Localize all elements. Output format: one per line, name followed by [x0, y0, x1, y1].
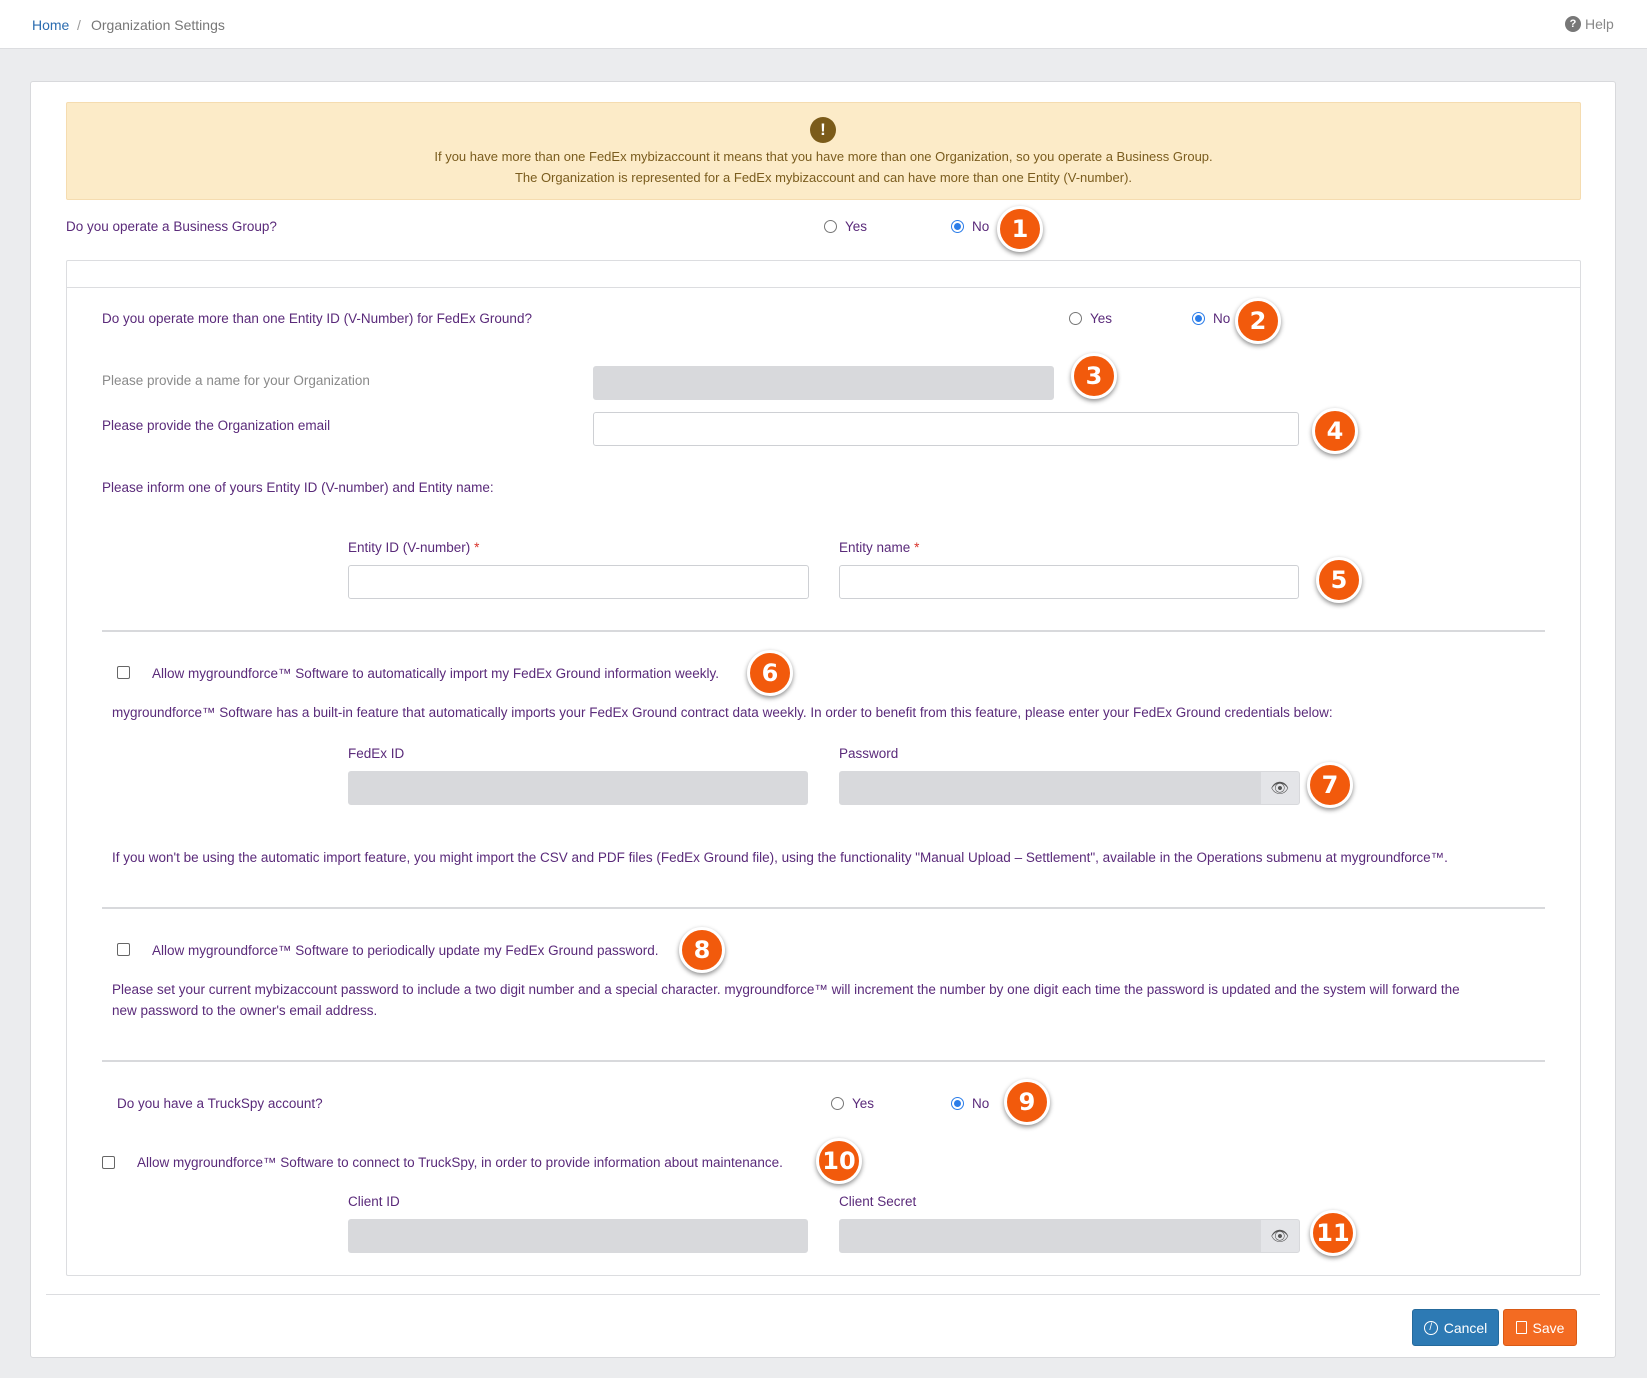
manual-upload-note: If you won't be using the automatic impo… [112, 850, 1448, 865]
top-bar [0, 0, 1647, 49]
entity-no-option[interactable]: No [1192, 311, 1230, 326]
business-group-no-radio[interactable] [951, 220, 964, 233]
entity-id-label-text: Entity ID (V-number) [348, 540, 471, 555]
breadcrumb-home-link[interactable]: Home [32, 17, 69, 33]
step-badge-11: 11 [1310, 1210, 1356, 1256]
breadcrumb-current: Organization Settings [91, 17, 225, 33]
question-circle-icon: ? [1565, 16, 1581, 32]
entity-name-label: Entity name * [839, 540, 919, 555]
entity-yes-radio[interactable] [1069, 312, 1082, 325]
entity-name-input[interactable] [839, 565, 1299, 599]
save-button[interactable]: Save [1503, 1309, 1577, 1346]
eye-icon[interactable]: 👁 [1260, 771, 1300, 805]
step-badge-4: 4 [1312, 408, 1358, 454]
section-divider [102, 1060, 1545, 1062]
org-email-label: Please provide the Organization email [102, 418, 331, 433]
entity-yes-label: Yes [1090, 311, 1113, 326]
step-badge-6: 6 [747, 650, 793, 696]
fedex-id-input [348, 771, 808, 805]
footer-divider [46, 1294, 1600, 1295]
client-id-input [348, 1219, 808, 1253]
truckspy-yes-option[interactable]: Yes [831, 1096, 874, 1111]
section-divider [102, 630, 1545, 632]
fedex-password-input [839, 771, 1261, 805]
step-badge-10: 10 [816, 1138, 862, 1184]
step-badge-3: 3 [1071, 353, 1117, 399]
org-name-input [593, 366, 1054, 400]
fedex-id-label: FedEx ID [348, 746, 405, 761]
password-update-description-1: Please set your current mybizaccount pas… [112, 982, 1460, 997]
info-alert: ! If you have more than one FedEx mybiza… [66, 102, 1581, 200]
client-secret-label: Client Secret [839, 1194, 917, 1209]
truckspy-connect-label: Allow mygroundforce™ Software to connect… [137, 1155, 783, 1170]
entity-question: Do you operate more than one Entity ID (… [102, 311, 532, 326]
cancel-icon: / [1423, 1320, 1438, 1335]
step-badge-2: 2 [1235, 298, 1281, 344]
business-group-yes-option[interactable]: Yes [824, 219, 867, 234]
truckspy-no-label: No [972, 1096, 990, 1111]
entity-id-input[interactable] [348, 565, 809, 599]
save-label: Save [1532, 1319, 1565, 1336]
client-id-label: Client ID [348, 1194, 400, 1209]
org-email-input[interactable] [593, 412, 1299, 446]
truckspy-yes-radio[interactable] [831, 1097, 844, 1110]
truckspy-connect-checkbox[interactable] [102, 1156, 115, 1169]
business-group-question: Do you operate a Business Group? [66, 219, 277, 234]
step-badge-9: 9 [1004, 1079, 1050, 1125]
org-name-label: Please provide a name for your Organizat… [102, 373, 370, 388]
password-update-label: Allow mygroundforce™ Software to periodi… [152, 943, 659, 958]
breadcrumb-separator: / [77, 17, 81, 33]
step-badge-5: 5 [1316, 557, 1362, 603]
cancel-label: Cancel [1443, 1319, 1488, 1336]
auto-import-label: Allow mygroundforce™ Software to automat… [152, 666, 719, 681]
business-group-yes-radio[interactable] [824, 220, 837, 233]
auto-import-description: mygroundforce™ Software has a built-in f… [112, 705, 1333, 720]
entity-no-label: No [1213, 311, 1231, 326]
save-icon [1515, 1321, 1527, 1334]
truckspy-no-radio[interactable] [951, 1097, 964, 1110]
panel-header-divider [66, 287, 1581, 288]
password-update-checkbox[interactable] [117, 943, 130, 956]
exclamation-circle-icon: ! [810, 117, 836, 143]
alert-line-1: If you have more than one FedEx mybizacc… [434, 149, 1213, 164]
password-update-description-2: new password to the owner's email addres… [112, 1003, 378, 1018]
truckspy-yes-label: Yes [852, 1096, 875, 1111]
business-group-no-label: No [972, 219, 990, 234]
alert-line-2: The Organization is represented for a Fe… [514, 170, 1133, 185]
eye-icon[interactable]: 👁 [1260, 1219, 1300, 1253]
entity-no-radio[interactable] [1192, 312, 1205, 325]
entity-id-label: Entity ID (V-number) * [348, 540, 479, 555]
auto-import-checkbox[interactable] [117, 666, 130, 679]
truckspy-no-option[interactable]: No [951, 1096, 989, 1111]
required-mark: * [914, 540, 920, 555]
required-mark: * [474, 540, 480, 555]
business-group-no-option[interactable]: No [951, 219, 989, 234]
cancel-button[interactable]: / Cancel [1412, 1309, 1499, 1346]
password-label: Password [839, 746, 899, 761]
client-secret-input [839, 1219, 1261, 1253]
step-badge-7: 7 [1307, 762, 1353, 808]
step-badge-1: 1 [997, 206, 1043, 252]
step-badge-8: 8 [679, 927, 725, 973]
section-divider [102, 907, 1545, 909]
help-label: Help [1585, 16, 1614, 32]
entity-yes-option[interactable]: Yes [1069, 311, 1112, 326]
entity-name-label-text: Entity name [839, 540, 911, 555]
help-link[interactable]: ? Help [1565, 16, 1614, 32]
business-group-yes-label: Yes [845, 219, 868, 234]
truckspy-question: Do you have a TruckSpy account? [117, 1096, 323, 1111]
entity-intro: Please inform one of yours Entity ID (V-… [102, 480, 494, 495]
